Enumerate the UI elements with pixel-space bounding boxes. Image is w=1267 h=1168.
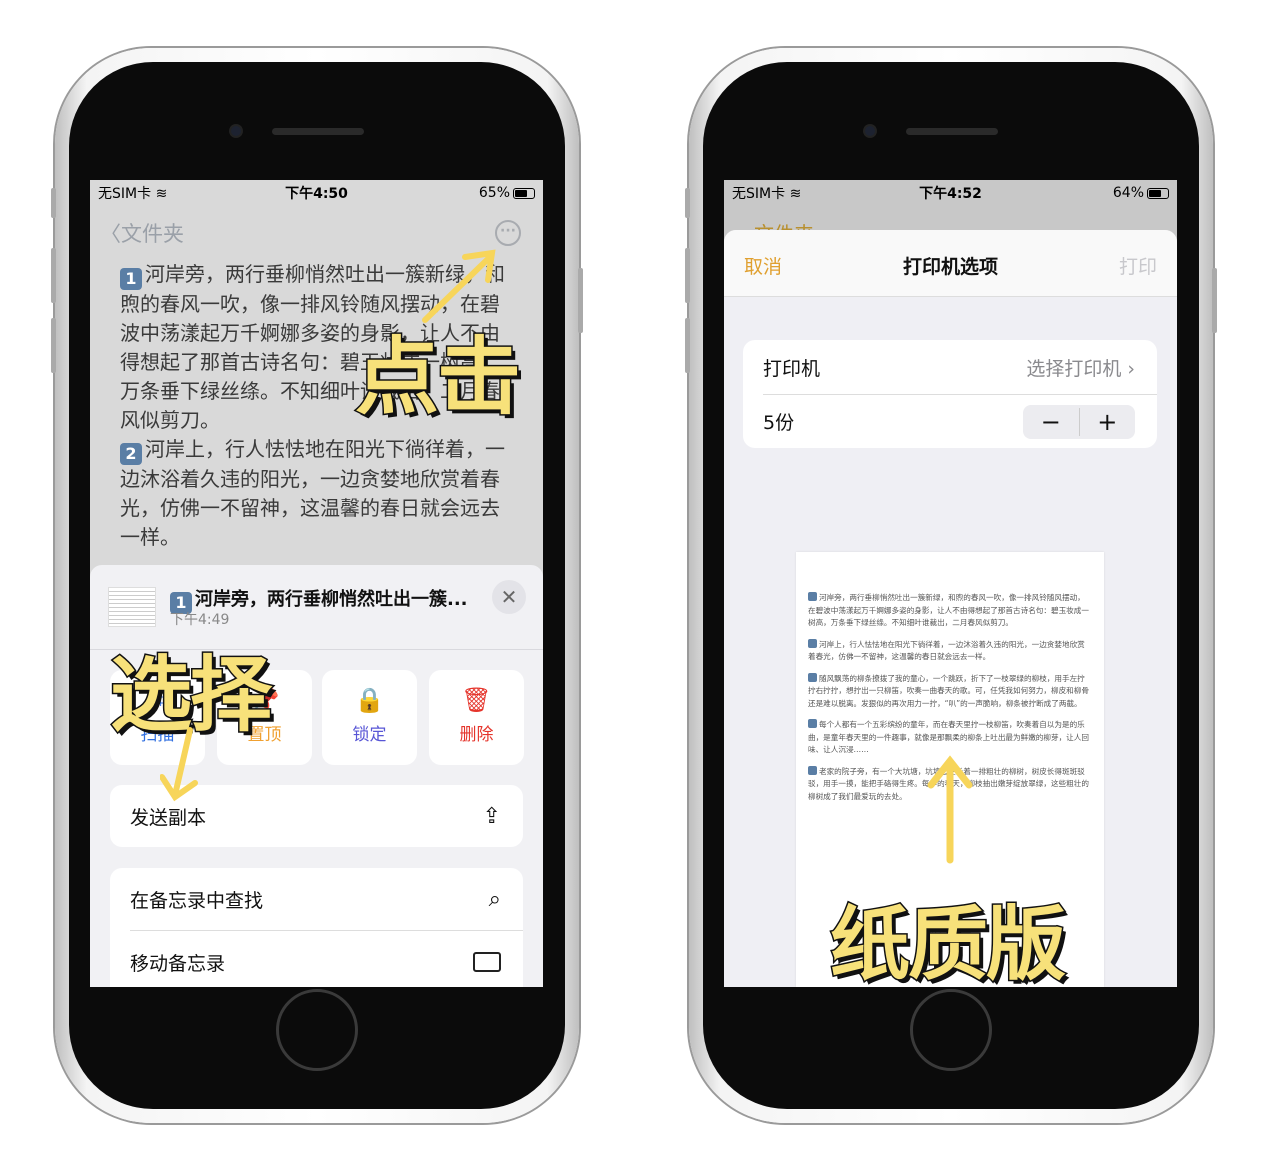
paragraph-text: 河岸上，行人怯怯地在阳光下徜徉着，一边沐浴着久违的阳光，一边贪婪地欣赏着春光，仿… [808, 639, 1085, 662]
annotation-paper-version: 纸质版 [829, 897, 1068, 993]
action-delete[interactable]: 🗑 删除 [429, 670, 524, 765]
increment-button[interactable]: + [1080, 408, 1136, 436]
sheet-subtitle: 下午4:49 [170, 612, 230, 628]
number-emoji [808, 592, 817, 601]
mute-switch [51, 188, 56, 218]
back-button[interactable]: 〈文件夹 [100, 218, 184, 248]
send-copy-card: 发送副本 ⇪ [110, 785, 523, 847]
number-emoji [808, 765, 817, 775]
row-label: 在备忘录中查找 [130, 889, 264, 912]
left-screen: 无SIM卡 ≋ 下午4:50 65% 〈文件夹 ··· 1 河岸旁，两行垂柳悄然吐… [90, 180, 543, 987]
battery-icon [513, 187, 535, 199]
power-button [578, 268, 583, 333]
action-label: 删除 [459, 725, 494, 745]
note-thumbnail [108, 587, 156, 627]
printer-options-card: 打印机 选择打印机 › 5份 − + [743, 340, 1157, 448]
annotation-select: 选择 [108, 647, 273, 745]
home-button[interactable] [910, 989, 992, 1071]
carrier: 无SIM卡 [98, 186, 152, 202]
print-button[interactable]: 打印 [1119, 252, 1157, 279]
copies-stepper[interactable]: − + [1023, 404, 1136, 439]
ellipsis-circle-icon[interactable]: ··· [495, 220, 521, 246]
earpiece [272, 128, 364, 135]
number-emoji [808, 638, 817, 648]
row-label: 5份 [763, 412, 795, 434]
preview-paragraph: 老家的院子旁，有一个大坑塘，坑塘边生长着一排粗壮的柳树，树皮长得斑斑驳驳，用手一… [808, 765, 1092, 804]
lock-icon: 🔒 [354, 686, 385, 714]
paragraph-text: 老家的院子旁，有一个大坑塘，坑塘边生长着一排粗壮的柳树，树皮长得斑斑驳驳，用手一… [808, 766, 1089, 801]
move-note-row[interactable]: 移动备忘录 [110, 931, 523, 987]
number-emoji: 2 [120, 443, 142, 465]
trash-icon: 🗑 [461, 686, 492, 714]
action-label: 锁定 [352, 725, 387, 745]
sheet-title: 打印机选项 [902, 256, 999, 278]
background-back-label: 文件夹 [754, 218, 814, 230]
chevron-right-icon: › [1127, 357, 1135, 380]
home-button[interactable] [276, 989, 358, 1071]
wifi-icon: ≋ [789, 186, 802, 202]
clock: 下午4:50 [285, 186, 348, 202]
back-label: 文件夹 [121, 222, 184, 246]
volume-up-button [51, 248, 56, 303]
preview-paragraph: 每个人都有一个五彩缤纷的童年，而在春天里拧一枝柳笛，吹奏着自以为是的乐曲，是童年… [808, 719, 1092, 757]
row-label: 发送副本 [130, 806, 207, 829]
row-label: 移动备忘录 [130, 952, 226, 975]
number-emoji [808, 672, 817, 682]
mute-switch [685, 188, 690, 218]
sheet-title-text: 河岸旁，两行垂柳悄然吐出一簇... [195, 589, 468, 610]
status-bar: 无SIM卡 ≋ 下午4:50 65% [90, 180, 543, 206]
front-camera [231, 126, 241, 136]
share-icon: ⇪ [482, 803, 501, 829]
battery-percent: 65% [478, 185, 510, 201]
right-screen: 无SIM卡 ≋ 下午4:52 64% 文件夹 取消 打印机选项 打印 打印机 选择… [724, 180, 1177, 987]
number-emoji: 1 [120, 268, 142, 290]
folder-icon [473, 952, 501, 972]
carrier: 无SIM卡 [732, 186, 786, 202]
number-emoji [808, 719, 817, 728]
chevron-left-icon: 〈 [100, 222, 121, 246]
paragraph-text: 每个人都有一个五彩缤纷的童年，而在春天里拧一枝柳笛，吹奏着自以为是的乐曲，是童年… [808, 720, 1089, 754]
battery-percent: 64% [1112, 185, 1144, 201]
actions-card: 在备忘录中查找 ⌕ 移动备忘录 [110, 868, 523, 987]
volume-down-button [685, 318, 690, 373]
earpiece [906, 128, 998, 135]
search-icon: ⌕ [488, 886, 501, 912]
print-sheet: 取消 打印机选项 打印 打印机 选择打印机 › 5份 − + 河岸旁，两行垂柳悄然… [724, 230, 1177, 987]
printer-row[interactable]: 打印机 选择打印机 › [743, 340, 1157, 394]
power-button [1212, 268, 1217, 333]
printer-value: 选择打印机 [1026, 357, 1122, 380]
paragraph-text: 随风飘荡的柳条撩拨了我的童心，一个跳跃，折下了一枝翠绿的柳枝，用手左拧拧右拧拧，… [808, 673, 1089, 708]
preview-paragraph: 河岸旁，两行垂柳悄然吐出一簇新绿，和煦的春风一吹，像一排风铃随风摆动，在碧波中荡… [808, 592, 1092, 630]
find-in-notes-row[interactable]: 在备忘录中查找 ⌕ [110, 868, 523, 930]
preview-paragraph: 随风飘荡的柳条撩拨了我的童心，一个跳跃，折下了一枝翠绿的柳枝，用手左拧拧右拧拧，… [808, 672, 1092, 711]
preview-paragraph: 河岸上，行人怯怯地在阳光下徜徉着，一边沐浴着久违的阳光，一边贪婪地欣赏着春光，仿… [808, 638, 1092, 664]
clock: 下午4:52 [919, 186, 982, 202]
paragraph-text: 河岸上，行人怯怯地在阳光下徜徉着，一边沐浴着久违的阳光，一边贪婪地欣赏着春光，仿… [120, 437, 505, 549]
close-button[interactable]: ✕ [492, 580, 526, 614]
nav-bar: 取消 打印机选项 打印 [724, 230, 1177, 297]
front-camera [865, 126, 875, 136]
action-lock[interactable]: 🔒 锁定 [322, 670, 417, 765]
status-bar: 无SIM卡 ≋ 下午4:52 64% [724, 180, 1177, 206]
cancel-button[interactable]: 取消 [744, 252, 782, 279]
volume-up-button [685, 248, 690, 303]
note-paragraph: 2 河岸上，行人怯怯地在阳光下徜徉着，一边沐浴着久违的阳光，一边贪婪地欣赏着春光，… [120, 435, 505, 552]
copies-row: 5份 − + [743, 395, 1157, 448]
row-label: 打印机 [763, 357, 821, 380]
decrement-button[interactable]: − [1023, 407, 1080, 436]
annotation-tap: 点击 [353, 327, 522, 428]
wifi-icon: ≋ [155, 186, 168, 202]
paragraph-text: 河岸旁，两行垂柳悄然吐出一簇新绿，和煦的春风一吹，像一排风铃随风摆动，在碧波中荡… [808, 593, 1089, 627]
volume-down-button [51, 318, 56, 373]
send-copy-row[interactable]: 发送副本 ⇪ [110, 785, 523, 847]
battery-icon [1147, 187, 1169, 199]
